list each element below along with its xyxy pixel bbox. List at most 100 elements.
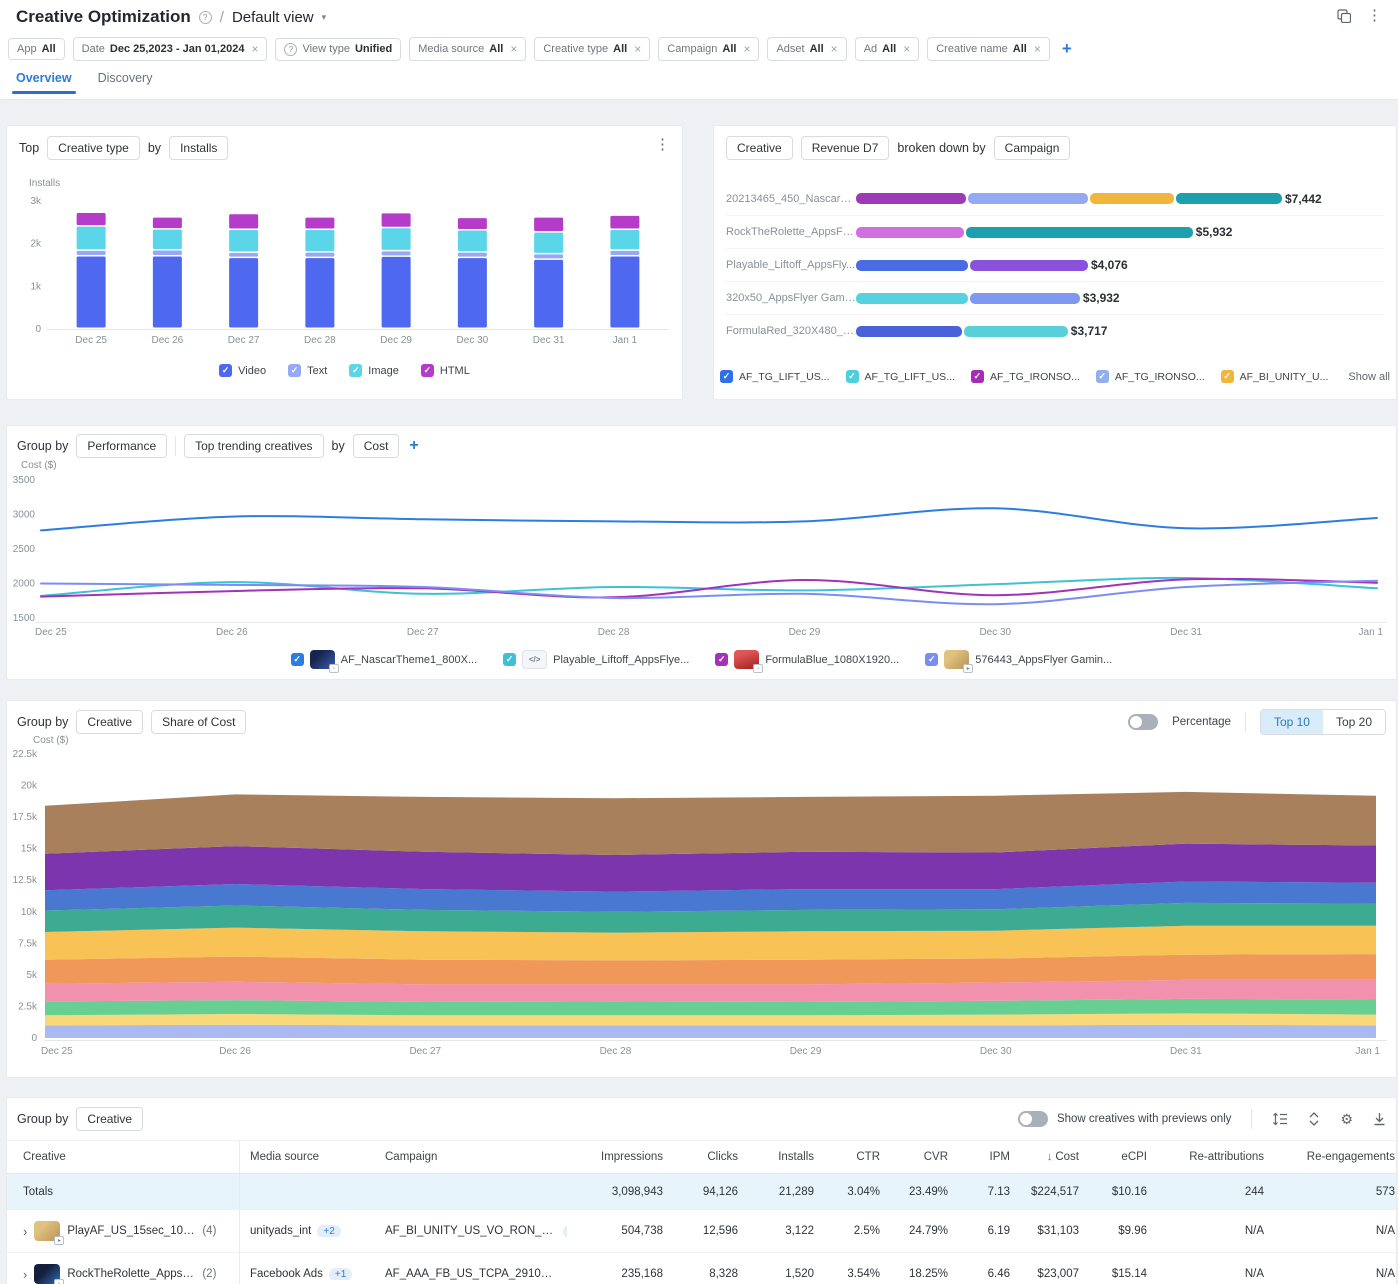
column-header-installs[interactable]: Installs [748,1151,824,1163]
filter-value: All [42,43,56,55]
performance-chip[interactable]: Performance [76,434,167,458]
help-icon[interactable]: ? [199,11,212,24]
filter-chip-date[interactable]: DateDec 25,2023 - Jan 01,2024× [73,37,268,61]
kebab-menu-icon[interactable]: ⋮ [1367,9,1382,23]
column-header-campaign[interactable]: Campaign [375,1151,567,1163]
expand-chevron-icon[interactable]: › [23,1267,27,1282]
revenue-d7-chip[interactable]: Revenue D7 [801,136,890,160]
checkbox-icon[interactable]: ✓ [1096,370,1109,383]
checkbox-icon[interactable]: ✓ [219,364,232,377]
column-header-cvr[interactable]: CVR [890,1151,958,1163]
filter-chip-campaign[interactable]: CampaignAll× [658,37,759,61]
creative-chip[interactable]: Creative [726,136,793,160]
legend-label: AF_NascarTheme1_800X... [341,654,477,666]
more-badge[interactable]: +1 [329,1268,352,1280]
creative-chip[interactable]: Creative [76,710,143,734]
svg-text:0: 0 [31,1033,37,1044]
share-of-cost-chip[interactable]: Share of Cost [151,710,246,734]
expand-collapse-icon[interactable] [1308,1112,1320,1126]
column-header-creative[interactable]: Creative [7,1141,240,1173]
filter-chip-app[interactable]: AppAll [8,38,65,60]
checkbox-icon[interactable]: ✓ [720,370,733,383]
installs-chip[interactable]: Installs [169,136,228,160]
legend-item-af-nascartheme1-800x[interactable]: ✓▫AF_NascarTheme1_800X... [291,650,477,669]
filter-chip-view-type[interactable]: ?View typeUnified [275,38,401,61]
legend-item-video[interactable]: ✓Video [219,364,266,377]
svg-text:Dec 25: Dec 25 [41,1046,73,1057]
checkbox-icon[interactable]: ✓ [846,370,859,383]
checkbox-icon[interactable]: ✓ [971,370,984,383]
svg-text:Dec 26: Dec 26 [152,335,184,346]
close-icon[interactable]: × [903,42,910,56]
legend-item-playable-liftoff-appsflye[interactable]: ✓</>Playable_Liftoff_AppsFlye... [503,650,689,669]
column-header-ecpi[interactable]: eCPI [1089,1151,1157,1163]
legend-item-af-bi-unity-u[interactable]: ✓AF_BI_UNITY_U... [1221,370,1329,383]
filter-chip-media-source[interactable]: Media sourceAll× [409,37,526,61]
creative-type-chip[interactable]: Creative type [47,136,140,160]
tab-overview[interactable]: Overview [16,71,72,94]
campaign-chip[interactable]: Campaign [994,136,1071,160]
svg-text:Jan 1: Jan 1 [613,335,638,346]
column-header-ctr[interactable]: CTR [824,1151,890,1163]
checkbox-icon[interactable]: ✓ [925,653,938,666]
close-icon[interactable]: × [634,42,641,56]
filter-chip-creative-type[interactable]: Creative typeAll× [534,37,650,61]
column-header-ipm[interactable]: IPM [958,1151,1020,1163]
top-creative-type-card: Top Creative type by Installs ⋮ Installs… [6,125,683,400]
expand-chevron-icon[interactable]: › [23,1224,27,1239]
close-icon[interactable]: × [510,42,517,56]
filter-chip-creative-name[interactable]: Creative nameAll× [927,37,1050,61]
legend-item-text[interactable]: ✓Text [288,364,327,377]
legend-item-image[interactable]: ✓Image [349,364,399,377]
filter-chip-adset[interactable]: AdsetAll× [767,37,846,61]
legend-item-af-tg-ironso[interactable]: ✓AF_TG_IRONSO... [1096,370,1205,383]
column-header-re-attributions[interactable]: Re-attributions [1157,1151,1274,1163]
gear-icon[interactable]: ⚙ [1340,1111,1353,1128]
add-metric-button[interactable]: + [407,437,420,455]
creative-name: PlayAF_US_15sec_1080X1920_6... [67,1225,195,1237]
legend-item-576443-appsflyer-gamin[interactable]: ✓▸576443_AppsFlyer Gamin... [925,650,1112,669]
kebab-menu-icon[interactable]: ⋮ [655,138,670,152]
checkbox-icon[interactable]: ✓ [291,653,304,666]
percentage-toggle[interactable] [1128,714,1158,730]
top-trending-chip[interactable]: Top trending creatives [184,434,323,458]
checkbox-icon[interactable]: ✓ [349,364,362,377]
column-header-re-engagements[interactable]: Re-engagements [1274,1151,1398,1163]
add-filter-button[interactable]: + [1058,39,1076,59]
row-height-icon[interactable] [1272,1112,1288,1126]
table-row-rocktherolette-appsflyer-1200[interactable]: ›▫RockTheRolette_AppsFlyer_1200...(2)Fac… [7,1252,1396,1284]
close-icon[interactable]: × [251,42,258,56]
close-icon[interactable]: × [1034,42,1041,56]
column-header-impressions[interactable]: Impressions [567,1151,673,1163]
filter-chip-ad[interactable]: AdAll× [855,37,920,61]
download-icon[interactable] [1373,1112,1386,1126]
checkbox-icon[interactable]: ✓ [288,364,301,377]
checkbox-icon[interactable]: ✓ [503,653,516,666]
top-20-button[interactable]: Top 20 [1323,710,1385,734]
column-header-media-source[interactable]: Media source [240,1151,375,1163]
close-icon[interactable]: × [831,42,838,56]
legend-item-af-tg-lift-us[interactable]: ✓AF_TG_LIFT_US... [846,370,955,383]
tab-discovery[interactable]: Discovery [98,71,153,94]
creative-chip[interactable]: Creative [76,1107,143,1131]
cost-chip[interactable]: Cost [353,434,400,458]
legend-item-af-tg-ironso[interactable]: ✓AF_TG_IRONSO... [971,370,1080,383]
close-icon[interactable]: × [743,42,750,56]
previews-only-toggle[interactable] [1018,1111,1048,1127]
table-row-playaf-us-15sec-1080x1920-6[interactable]: ›▸PlayAF_US_15sec_1080X1920_6...(4)unity… [7,1209,1396,1252]
legend-item-html[interactable]: ✓HTML [421,364,470,377]
checkbox-icon[interactable]: ✓ [421,364,434,377]
show-all-link[interactable]: Show all [1348,371,1390,383]
top-10-button[interactable]: Top 10 [1261,710,1323,734]
checkbox-icon[interactable]: ✓ [715,653,728,666]
view-selector[interactable]: Default view [232,9,314,26]
filter-label: Creative type [543,43,608,55]
legend-item-formulablue-1080x1920[interactable]: ✓▫FormulaBlue_1080X1920... [715,650,899,669]
copy-icon[interactable] [1337,9,1351,23]
column-header-cost[interactable]: ↓Cost [1020,1151,1089,1163]
legend-item-af-tg-lift-us[interactable]: ✓AF_TG_LIFT_US... [720,370,829,383]
installs-bar-chart: 3k2k1k0Dec 25Dec 26Dec 27Dec 28Dec 29Dec… [11,188,675,346]
checkbox-icon[interactable]: ✓ [1221,370,1234,383]
column-header-clicks[interactable]: Clicks [673,1151,748,1163]
more-badge[interactable]: +2 [317,1225,340,1237]
